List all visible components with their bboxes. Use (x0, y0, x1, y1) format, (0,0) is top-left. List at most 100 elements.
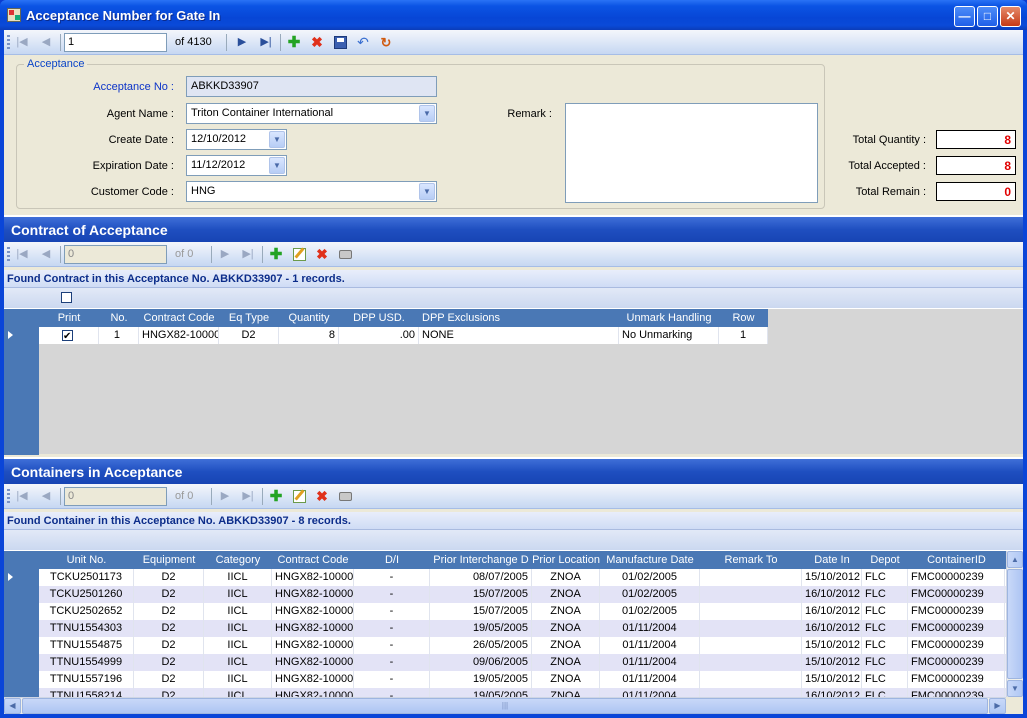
col-print[interactable]: Print (39, 309, 99, 327)
delete-contract-button[interactable]: ✖ (313, 246, 331, 263)
move-last-button[interactable]: ▶| (239, 246, 257, 263)
refresh-button[interactable]: ↻ (377, 34, 395, 51)
contract-row-selector[interactable] (4, 327, 39, 455)
select-all-checkbox[interactable] (61, 292, 72, 303)
col-container-id[interactable]: ContainerID (908, 551, 1005, 569)
col-date-in[interactable]: Date In (802, 551, 862, 569)
contract-section-header: Contract of Acceptance (4, 215, 1023, 242)
col-contract-code[interactable]: Contract Code (139, 309, 219, 327)
move-next-button[interactable]: ▶ (216, 246, 234, 263)
save-button[interactable] (331, 34, 349, 51)
container-horizontal-scrollbar[interactable]: ◀ ||| ▶ (4, 697, 1006, 714)
container-row-selector[interactable] (4, 569, 39, 697)
move-last-button[interactable]: ▶| (239, 488, 257, 505)
scroll-left-button[interactable]: ◀ (4, 698, 21, 714)
move-previous-button[interactable]: ◀ (37, 246, 55, 263)
scroll-down-button[interactable]: ▼ (1007, 680, 1023, 697)
add-new-button[interactable]: ✚ (285, 34, 303, 51)
move-previous-button[interactable]: ◀ (37, 34, 55, 51)
move-first-button[interactable]: |◀ (13, 34, 31, 51)
col-no[interactable]: No. (99, 309, 139, 327)
move-first-button[interactable]: |◀ (13, 488, 31, 505)
col-manufacture-date[interactable]: Manufacture Date (600, 551, 700, 569)
acceptance-no-field[interactable]: ABKKD33907 (186, 76, 437, 97)
category-cell: IICL (204, 569, 272, 586)
col-di[interactable]: D/I (354, 551, 430, 569)
move-last-button[interactable]: ▶| (257, 34, 275, 51)
edit-contract-button[interactable] (290, 246, 308, 263)
contract-code-cell: HNGX82-10000 (272, 654, 354, 671)
chevron-down-icon[interactable]: ▼ (419, 105, 435, 122)
remark-to-cell (700, 603, 802, 620)
dpp-usd-cell: .00 (339, 327, 419, 344)
expiration-date-picker[interactable]: 11/12/2012 ▼ (186, 155, 287, 176)
col-depot[interactable]: Depot (862, 551, 908, 569)
calendar-dropdown-icon[interactable]: ▼ (269, 131, 285, 148)
horizontal-scroll-thumb[interactable]: ||| (22, 698, 988, 714)
add-container-button[interactable]: ✚ (267, 488, 285, 505)
remark-textarea[interactable] (565, 103, 818, 203)
delete-button[interactable]: ✖ (308, 34, 326, 51)
minimize-button[interactable]: — (954, 6, 975, 27)
table-row[interactable]: TTNU1557196 D2 IICL HNGX82-10000-19/05/2005… (39, 671, 1006, 688)
table-row[interactable]: TCKU2501173 D2 IICL HNGX82-10000-08/07/2005… (39, 569, 1006, 586)
col-unmark-handling[interactable]: Unmark Handling (619, 309, 719, 327)
table-row[interactable]: TCKU2502652 D2 IICL HNGX82-10000-15/07/2005… (39, 603, 1006, 620)
scroll-right-button[interactable]: ▶ (989, 698, 1006, 714)
col-dpp-usd[interactable]: DPP USD. (339, 309, 419, 327)
move-first-button[interactable]: |◀ (13, 246, 31, 263)
move-previous-button[interactable]: ◀ (37, 488, 55, 505)
scroll-up-button[interactable]: ▲ (1007, 551, 1023, 568)
table-row[interactable]: TTNU1554875 D2 IICL HNGX82-10000-26/05/2005… (39, 637, 1006, 654)
col-equipment[interactable]: Equipment (134, 551, 204, 569)
previous-icon: ◀ (41, 36, 51, 48)
move-next-button[interactable]: ▶ (216, 488, 234, 505)
col-contract-code[interactable]: Contract Code (272, 551, 354, 569)
table-row[interactable]: TTNU1554999 D2 IICL HNGX82-10000-09/06/2005… (39, 654, 1006, 671)
prior-interchange-date-cell: 19/05/2005 (430, 620, 532, 637)
eq-type-cell: D2 (219, 327, 279, 344)
add-contract-button[interactable]: ✚ (267, 246, 285, 263)
maximize-button[interactable]: □ (977, 6, 998, 27)
table-row[interactable]: 1 HNGX82-10000 D2 8 .00 NONE No Unmarkin… (39, 327, 768, 344)
remark-to-cell (700, 586, 802, 603)
col-quantity[interactable]: Quantity (279, 309, 339, 327)
toolbar-grip[interactable] (7, 489, 10, 504)
table-row[interactable]: TCKU2501260 D2 IICL HNGX82-10000-15/07/2005… (39, 586, 1006, 603)
agent-name-dropdown[interactable]: Triton Container International ▼ (186, 103, 437, 124)
create-date-picker[interactable]: 12/10/2012 ▼ (186, 129, 287, 150)
move-next-button[interactable]: ▶ (233, 34, 251, 51)
col-eq-type[interactable]: Eq Type (219, 309, 279, 327)
print-checkbox[interactable] (62, 328, 73, 344)
close-button[interactable]: ✕ (1000, 6, 1021, 27)
print-container-button[interactable] (336, 488, 354, 505)
col-dpp-exclusions[interactable]: DPP Exclusions (419, 309, 619, 327)
chevron-down-icon[interactable]: ▼ (419, 183, 435, 200)
customer-code-dropdown[interactable]: HNG ▼ (186, 181, 437, 202)
toolbar-grip[interactable] (7, 35, 10, 50)
container-record-input[interactable]: 0 (64, 487, 167, 506)
col-remark-to[interactable]: Remark To (700, 551, 802, 569)
undo-button[interactable]: ↶ (354, 34, 372, 51)
col-prior-interchange-date[interactable]: Prior Interchange D (430, 551, 532, 569)
manufacture-date-cell: 01/02/2005 (600, 569, 700, 586)
col-category[interactable]: Category (204, 551, 272, 569)
scroll-thumb[interactable] (1007, 569, 1023, 679)
col-prior-location[interactable]: Prior Location (532, 551, 600, 569)
delete-container-button[interactable]: ✖ (313, 488, 331, 505)
contract-record-input[interactable]: 0 (64, 245, 167, 264)
col-unit-no[interactable]: Unit No. (39, 551, 134, 569)
container-vertical-scrollbar[interactable]: ▲ ▼ (1006, 551, 1023, 697)
record-position-input[interactable]: 1 (64, 33, 167, 52)
title-bar[interactable]: Acceptance Number for Gate In — □ ✕ (0, 0, 1027, 30)
toolbar-grip[interactable] (7, 247, 10, 262)
manufacture-date-cell: 01/11/2004 (600, 637, 700, 654)
print-cell[interactable] (39, 327, 99, 344)
edit-container-button[interactable] (290, 488, 308, 505)
col-row[interactable]: Row (719, 309, 768, 327)
manufacture-date-cell: 01/11/2004 (600, 671, 700, 688)
print-contract-button[interactable] (336, 246, 354, 263)
first-icon: |◀ (16, 248, 28, 260)
calendar-dropdown-icon[interactable]: ▼ (269, 157, 285, 174)
table-row[interactable]: TTNU1554303 D2 IICL HNGX82-10000-19/05/2005… (39, 620, 1006, 637)
